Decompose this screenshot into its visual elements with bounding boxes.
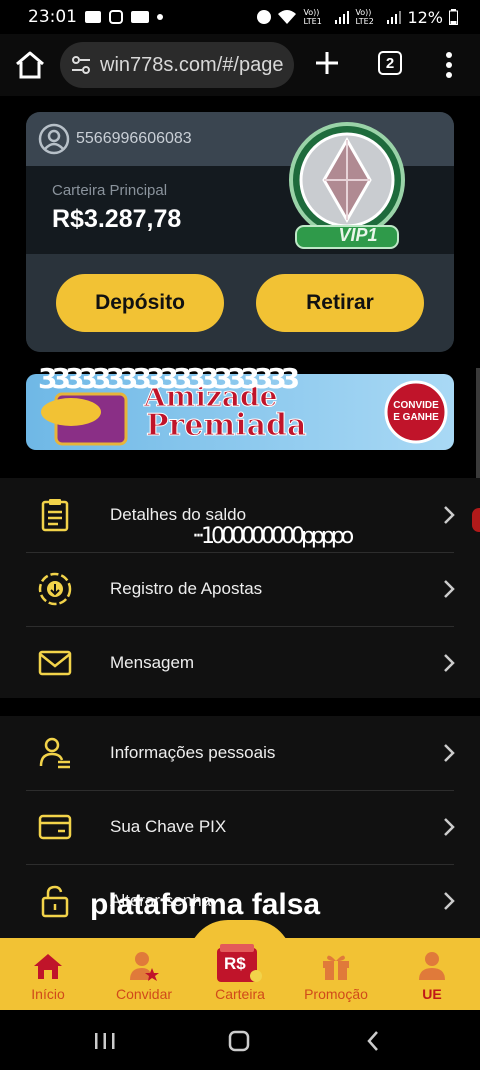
status-bar: 23:01 Vo)) LTE1 Vo)) LTE2 12% <box>0 0 480 34</box>
user-avatar-icon <box>38 123 70 155</box>
person-icon <box>39 737 70 769</box>
signal-2-icon <box>387 11 402 24</box>
nav-promotion[interactable]: Promoção <box>288 938 384 1010</box>
vip-label: VIP1 <box>338 225 378 245</box>
chevron-right-icon <box>444 744 455 762</box>
menu-item-label: Sua Chave PIX <box>110 817 227 836</box>
menu-item-bet-history[interactable]: Registro de Apostas <box>0 552 480 626</box>
deposit-button[interactable]: Depósito <box>56 274 224 332</box>
banner-badge: CONVIDE E GANHE <box>393 400 439 423</box>
menu-item-pix-key[interactable]: Sua Chave PIX <box>0 790 480 864</box>
nav-label: Início <box>31 986 65 1002</box>
address-bar[interactable]: win778s.com/#/page <box>60 42 294 88</box>
system-navigation-bar <box>0 1010 480 1070</box>
battery-icon <box>449 9 458 25</box>
site-settings-icon[interactable] <box>70 54 92 76</box>
gift-icon <box>323 955 349 980</box>
signal-1-icon <box>335 11 350 24</box>
network-2-label: Vo)) LTE2 <box>355 8 374 26</box>
notification-dot-icon <box>157 14 163 20</box>
profile-icon <box>419 952 445 980</box>
chevron-right-icon <box>444 818 455 836</box>
bet-record-icon <box>38 572 72 606</box>
floating-edge-tab[interactable] <box>472 508 480 532</box>
chevron-right-icon <box>444 580 455 598</box>
nav-label: UE <box>422 986 442 1002</box>
chevron-right-icon <box>444 506 455 524</box>
envelope-icon <box>38 650 72 676</box>
nav-home[interactable]: Início <box>0 938 96 1010</box>
home-button-icon[interactable] <box>228 1030 250 1052</box>
chevron-right-icon <box>444 654 455 672</box>
card-icon <box>38 814 72 840</box>
section-divider <box>0 698 480 716</box>
new-tab-icon[interactable] <box>312 48 342 78</box>
home-icon <box>34 954 62 979</box>
lock-icon <box>41 885 69 918</box>
home-icon[interactable] <box>14 50 46 80</box>
url-text: win778s.com/#/page <box>100 53 284 76</box>
wallet-badge: R$ <box>224 954 246 973</box>
wallet-card: 5566996606083 Carteira Principal R$3.287… <box>26 112 454 352</box>
nav-label: Carteira <box>215 986 265 1002</box>
menu-item-label: Registro de Apostas <box>110 579 263 598</box>
banner-title-2: Premiada <box>145 408 307 444</box>
wallet-icon[interactable]: R$ <box>216 944 262 984</box>
invite-icon <box>130 952 159 981</box>
nav-label: Convidar <box>115 986 173 1002</box>
handwritten-scribble: 3333333333333333333 <box>38 362 300 395</box>
tab-switcher-button[interactable]: 2 <box>378 51 402 75</box>
menu-item-label: Detalhes do saldo <box>110 505 247 524</box>
youtube-icon <box>131 11 149 23</box>
menu-group-1: Detalhes do saldo Registro de Apostas Me… <box>0 478 480 698</box>
nav-profile[interactable]: UE <box>384 938 480 1010</box>
browser-toolbar: win778s.com/#/page 2 <box>0 34 480 96</box>
wifi-icon <box>278 10 297 24</box>
nav-label: Promoção <box>304 986 368 1002</box>
withdraw-button[interactable]: Retirar <box>256 274 424 332</box>
menu-item-messages[interactable]: Mensagem <box>0 626 480 700</box>
menu-item-label: Informações pessoais <box>110 743 276 762</box>
user-id: 5566996606083 <box>76 130 192 147</box>
back-icon[interactable] <box>366 1030 380 1052</box>
handwritten-scribble-2: ···1000000000ppppo <box>192 524 354 549</box>
battery-percent: 12% <box>407 7 443 27</box>
instagram-icon <box>109 10 123 24</box>
nav-invite[interactable]: Convidar <box>96 938 192 1010</box>
clipboard-icon <box>41 499 69 532</box>
menu-item-personal-info[interactable]: Informações pessoais <box>0 716 480 790</box>
recent-apps-icon[interactable] <box>94 1032 116 1050</box>
status-time: 23:01 <box>28 7 77 27</box>
more-menu-icon[interactable] <box>444 51 454 79</box>
menu-item-label: Mensagem <box>110 653 195 672</box>
video-caption-overlay: plataforma falsa <box>90 888 321 921</box>
chevron-right-icon <box>444 892 455 910</box>
network-1-label: Vo)) LTE1 <box>303 8 322 26</box>
video-call-icon <box>85 11 101 23</box>
alarm-icon <box>257 10 272 24</box>
